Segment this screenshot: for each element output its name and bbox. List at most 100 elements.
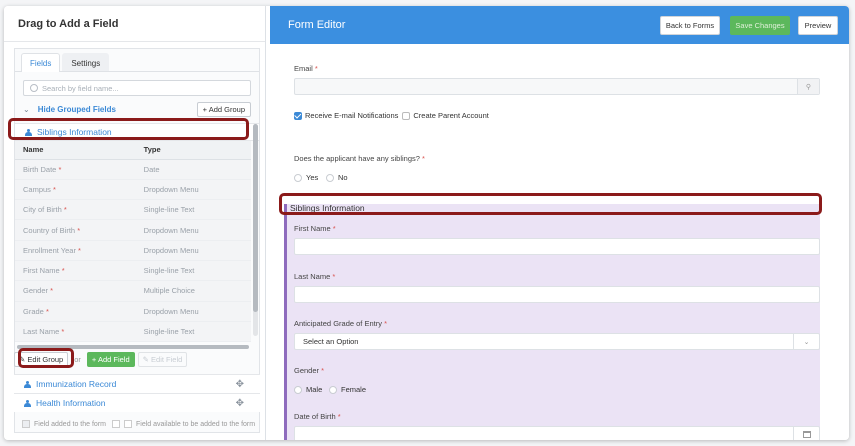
field-type-cell: Single-line Text bbox=[135, 260, 251, 282]
male-label: Male bbox=[306, 385, 323, 394]
legend: Field added to the form Field available … bbox=[22, 420, 255, 428]
field-type-cell: Multiple Choice bbox=[135, 280, 251, 302]
vertical-scrollbar[interactable] bbox=[253, 124, 258, 336]
table-row[interactable]: Grade * Dropdown Menu bbox=[15, 301, 251, 322]
last-name-text: Last Name bbox=[294, 272, 331, 281]
email-input[interactable]: ⚲ bbox=[294, 78, 820, 95]
field-name: Birth Date bbox=[23, 164, 57, 174]
calendar-icon[interactable] bbox=[793, 427, 819, 440]
back-to-forms-button[interactable]: Back to Forms bbox=[660, 16, 720, 35]
legend-available-swatch bbox=[112, 420, 120, 428]
group-health-information[interactable]: Health Information ✥ bbox=[14, 393, 260, 412]
required-mark: * bbox=[321, 366, 325, 375]
scrollbar-thumb[interactable] bbox=[253, 124, 258, 312]
receive-notifications-label: Receive E-mail Notifications bbox=[305, 111, 399, 120]
tab-settings[interactable]: Settings bbox=[62, 53, 110, 71]
required-mark: * bbox=[50, 286, 54, 296]
receive-notifications-checkbox[interactable]: Receive E-mail Notifications Create Pare… bbox=[294, 111, 489, 120]
group-label: Immunization Record bbox=[36, 379, 117, 389]
save-changes-button[interactable]: Save Changes bbox=[730, 16, 790, 35]
grade-select-value: Select an Option bbox=[303, 337, 359, 346]
grade-select[interactable]: Select an Option ⌄ bbox=[294, 333, 820, 350]
field-name-cell: Gender * bbox=[15, 280, 136, 302]
field-name-cell: City of Birth * bbox=[15, 199, 136, 221]
required-mark: * bbox=[63, 205, 67, 215]
chevron-down-icon[interactable]: ⌄ bbox=[793, 334, 819, 349]
field-name: Enrollment Year bbox=[23, 245, 76, 255]
field-name-cell: Enrollment Year * bbox=[15, 240, 136, 261]
no-label: No bbox=[338, 173, 348, 182]
last-name-label: Last Name * bbox=[294, 272, 335, 281]
edit-field-button[interactable]: ✎ Edit Field bbox=[137, 352, 188, 367]
radio-button[interactable] bbox=[294, 385, 302, 394]
group-label: Health Information bbox=[36, 398, 106, 408]
form-editor-title: Form Editor bbox=[288, 19, 346, 31]
table-row[interactable]: Enrollment Year * Dropdown Menu bbox=[15, 240, 251, 261]
required-mark: * bbox=[53, 184, 56, 194]
radio-button[interactable] bbox=[329, 385, 337, 394]
add-field-button[interactable]: + Add Field bbox=[86, 352, 135, 367]
required-mark: * bbox=[77, 225, 81, 235]
siblings-no-radio[interactable]: No bbox=[326, 173, 348, 182]
required-mark: * bbox=[337, 412, 341, 421]
required-mark: * bbox=[61, 266, 65, 276]
preview-button[interactable]: Preview bbox=[798, 16, 838, 35]
field-name-cell: Campus * bbox=[15, 179, 136, 201]
table-row[interactable]: Birth Date * Date bbox=[15, 159, 251, 180]
siblings-question-text: Does the applicant have any siblings? bbox=[294, 154, 420, 163]
grade-label: Anticipated Grade of Entry * bbox=[294, 319, 387, 328]
field-name-cell: Last Name * bbox=[15, 321, 136, 343]
column-header-name: Name bbox=[15, 141, 136, 160]
last-name-input[interactable] bbox=[294, 286, 820, 303]
legend-available-label: Field available to be added to the form bbox=[136, 420, 256, 428]
table-row[interactable]: Gender * Multiple Choice bbox=[15, 280, 251, 302]
person-icon bbox=[24, 399, 31, 407]
group-immunization-record[interactable]: Immunization Record ✥ bbox=[14, 374, 260, 393]
form-editor-header: Form Editor Back to Forms Save Changes P… bbox=[270, 6, 849, 44]
radio-button[interactable] bbox=[326, 173, 334, 182]
person-icon bbox=[24, 380, 31, 388]
hide-grouped-fields-link[interactable]: Hide Grouped Fields bbox=[38, 105, 197, 114]
palette-title: Drag to Add a Field bbox=[4, 6, 265, 42]
siblings-yes-radio[interactable]: Yes bbox=[294, 173, 318, 182]
required-mark: * bbox=[332, 272, 336, 281]
tab-fields[interactable]: Fields bbox=[21, 53, 61, 72]
add-group-button[interactable]: + Add Group bbox=[196, 101, 251, 117]
move-icon[interactable]: ✥ bbox=[236, 379, 244, 390]
first-name-input[interactable] bbox=[294, 238, 820, 255]
field-name-cell: Country of Birth * bbox=[15, 219, 136, 241]
legend-added-label: Field added to the form bbox=[34, 420, 106, 428]
field-type-cell: Dropdown Menu bbox=[135, 179, 251, 201]
gender-male-radio[interactable]: Male bbox=[294, 385, 322, 394]
required-mark: * bbox=[332, 224, 336, 233]
highlight-siblings-section bbox=[279, 193, 822, 215]
radio-button[interactable] bbox=[294, 173, 302, 182]
palette-tabs: Fields Settings bbox=[15, 49, 259, 72]
dob-label-text: Date of Birth bbox=[294, 412, 336, 421]
table-row[interactable]: Country of Birth * Dropdown Menu bbox=[15, 219, 251, 241]
field-name: Country of Birth bbox=[23, 225, 76, 235]
group-fields-table: Name Type Birth Date * Date Campus * Dropdo… bbox=[15, 141, 251, 343]
field-name-cell: Birth Date * bbox=[15, 159, 136, 180]
table-row[interactable]: Last Name * Single-line Text bbox=[15, 321, 251, 343]
table-row[interactable]: Campus * Dropdown Menu bbox=[15, 179, 251, 201]
move-icon[interactable]: ✥ bbox=[236, 398, 244, 409]
field-name-cell: First Name * bbox=[15, 260, 136, 282]
column-header-type: Type bbox=[135, 141, 251, 160]
create-parent-label: Create Parent Account bbox=[413, 111, 489, 120]
field-type-cell: Dropdown Menu bbox=[135, 240, 251, 261]
first-name-text: First Name bbox=[294, 224, 331, 233]
checkbox-checked[interactable] bbox=[294, 111, 302, 120]
required-mark: * bbox=[78, 245, 81, 255]
field-search-input[interactable]: Search by field name... bbox=[23, 80, 251, 96]
create-parent-checkbox[interactable] bbox=[402, 111, 411, 120]
table-row[interactable]: First Name * Single-line Text bbox=[15, 260, 251, 282]
dob-input[interactable] bbox=[294, 426, 820, 440]
field-palette-panel: Drag to Add a Field Fields Settings Sear… bbox=[4, 6, 266, 440]
field-name-cell: Grade * bbox=[15, 301, 136, 322]
chevron-down-icon[interactable]: ⌄ bbox=[23, 105, 30, 114]
search-icon bbox=[30, 84, 38, 92]
gender-female-radio[interactable]: Female bbox=[329, 385, 366, 394]
table-row[interactable]: City of Birth * Single-line Text bbox=[15, 199, 251, 221]
app-window: Drag to Add a Field Fields Settings Sear… bbox=[4, 6, 849, 440]
